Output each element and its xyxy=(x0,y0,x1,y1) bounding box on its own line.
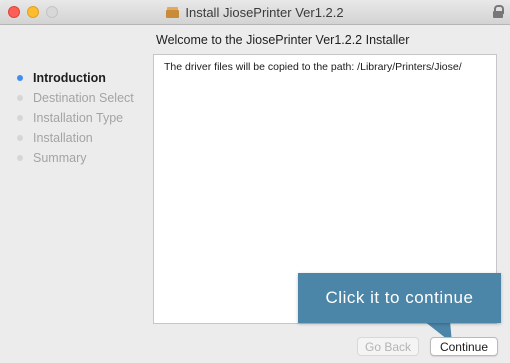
installer-window: Install JiosePrinter Ver1.2.2 Welcome to… xyxy=(0,0,510,363)
step-dot xyxy=(17,135,23,141)
step-installation: Installation xyxy=(17,128,134,148)
tutorial-callout: Click it to continue xyxy=(298,273,501,323)
title-bar: Install JiosePrinter Ver1.2.2 xyxy=(0,0,510,25)
step-installation-type: Installation Type xyxy=(17,108,134,128)
welcome-heading: Welcome to the JiosePrinter Ver1.2.2 Ins… xyxy=(156,33,410,47)
active-step-dot xyxy=(17,75,23,81)
step-summary: Summary xyxy=(17,148,134,168)
step-label: Installation xyxy=(33,131,93,145)
step-label: Installation Type xyxy=(33,111,124,125)
window-title: Install JiosePrinter Ver1.2.2 xyxy=(185,4,344,20)
step-label: Destination Select xyxy=(33,91,134,105)
step-dot xyxy=(17,155,23,161)
package-icon xyxy=(166,6,180,18)
install-path-text: The driver files will be copied to the p… xyxy=(164,61,462,73)
step-destination-select: Destination Select xyxy=(17,88,134,108)
step-dot xyxy=(17,115,23,121)
step-label: Introduction xyxy=(33,71,106,85)
installer-steps: Introduction Destination Select Installa… xyxy=(17,68,134,168)
go-back-button[interactable]: Go Back xyxy=(357,337,419,356)
continue-button[interactable]: Continue xyxy=(430,337,498,356)
step-introduction: Introduction xyxy=(17,68,134,88)
step-label: Summary xyxy=(33,151,87,165)
callout-text: Click it to continue xyxy=(325,288,474,307)
step-dot xyxy=(17,95,23,101)
lock-icon[interactable] xyxy=(493,5,504,18)
